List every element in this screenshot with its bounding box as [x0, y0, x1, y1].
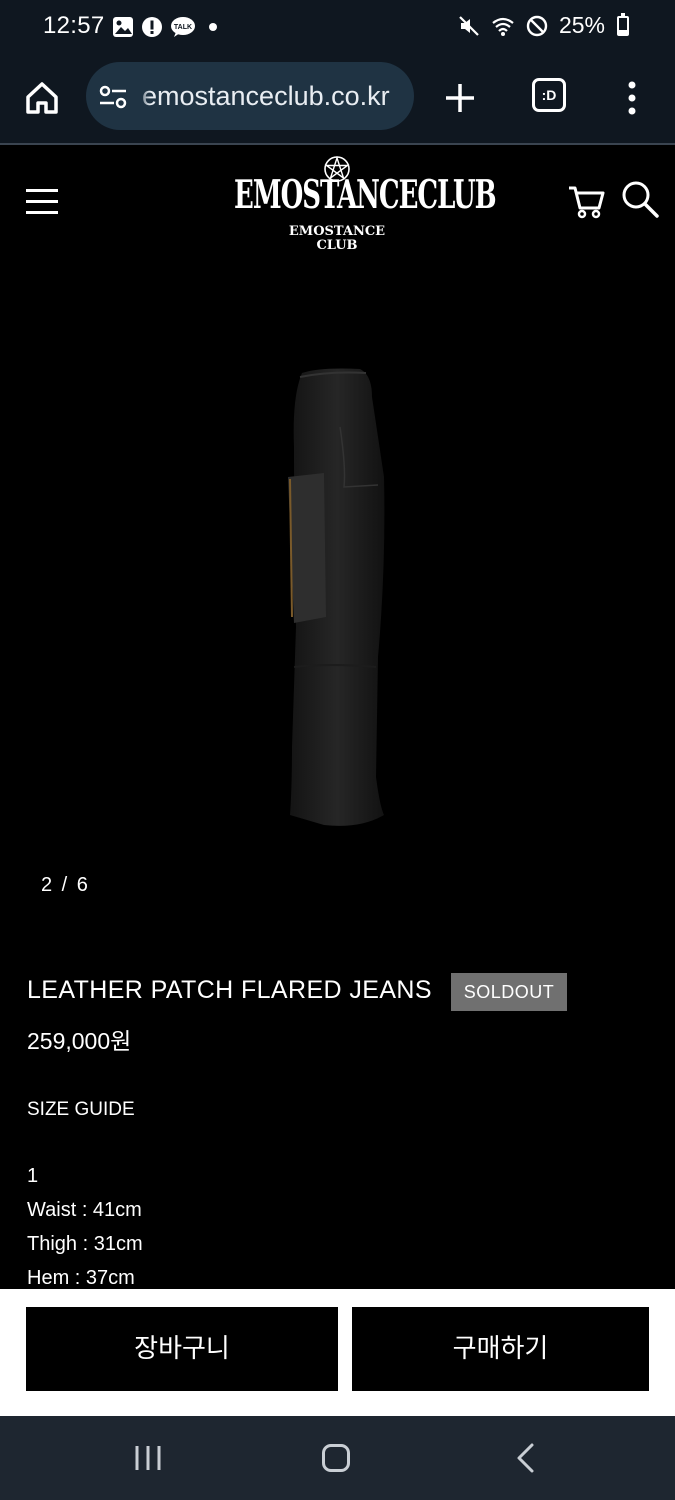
browser-toolbar: emostanceclub.co.kr :D: [0, 56, 675, 145]
logo-sub-line-1: EMOSTANCE: [288, 224, 386, 239]
back-icon[interactable]: [514, 1442, 538, 1474]
new-tab-icon[interactable]: [442, 80, 478, 116]
menu-icon[interactable]: [26, 189, 58, 215]
home-nav-icon[interactable]: [322, 1444, 350, 1472]
site-settings-icon[interactable]: [98, 84, 128, 110]
kakaotalk-label: TALK: [174, 24, 192, 31]
alert-icon: [142, 17, 162, 37]
cart-icon[interactable]: [566, 181, 606, 221]
spec-thigh: Thigh : 31cm: [27, 1233, 143, 1255]
gallery-icon: [113, 17, 133, 37]
recent-apps-icon[interactable]: [133, 1444, 163, 1472]
product-title: LEATHER PATCH FLARED JEANS: [27, 976, 432, 1004]
tab-switcher-button[interactable]: :D: [532, 78, 566, 112]
spec-waist: Waist : 41cm: [27, 1199, 142, 1221]
product-image-gallery[interactable]: [0, 257, 675, 857]
purchase-action-bar: 장바구니 구매하기: [0, 1289, 675, 1416]
system-icons: 25%: [457, 12, 629, 39]
mute-icon: [459, 15, 479, 36]
image-pager: 2 / 6: [41, 874, 90, 896]
notification-icons: TALK: [112, 16, 217, 38]
product-price: 259,000원: [27, 1028, 132, 1054]
address-bar[interactable]: emostanceclub.co.kr: [86, 62, 414, 130]
system-nav-bar: [0, 1416, 675, 1500]
add-to-cart-button[interactable]: 장바구니: [26, 1307, 338, 1391]
size-option: 1: [27, 1165, 39, 1187]
site-logo[interactable]: EMOSTANCECLUB EMOSTANCE CLUB: [234, 155, 497, 257]
search-icon[interactable]: [620, 179, 660, 219]
spec-hem: Hem : 37cm: [27, 1267, 135, 1289]
wifi-icon: [492, 17, 514, 36]
site-header: EMOSTANCECLUB EMOSTANCE CLUB: [0, 147, 675, 257]
battery-percent: 25%: [558, 12, 605, 38]
battery-icon: [617, 12, 629, 36]
more-notifications-dot: [209, 23, 217, 31]
logo-sub-line-2: CLUB: [316, 238, 358, 253]
status-time: 12:57: [43, 12, 105, 39]
size-guide-heading: SIZE GUIDE: [27, 1099, 135, 1120]
url-text: emostanceclub.co.kr: [142, 81, 390, 111]
more-vert-icon[interactable]: [620, 78, 644, 118]
buy-now-button[interactable]: 구매하기: [352, 1307, 649, 1391]
product-photo-jeans: [288, 368, 385, 826]
logo-sub-text: EMOSTANCE CLUB: [234, 225, 440, 253]
soldout-badge: SOLDOUT: [451, 973, 567, 1011]
do-not-disturb-icon: [526, 15, 548, 36]
kakaotalk-icon: TALK: [171, 17, 195, 37]
status-bar: 12:57 TALK 25%: [0, 0, 675, 56]
home-icon[interactable]: [22, 78, 62, 118]
logo-main-text: EMOSTANCECLUB: [234, 173, 497, 219]
